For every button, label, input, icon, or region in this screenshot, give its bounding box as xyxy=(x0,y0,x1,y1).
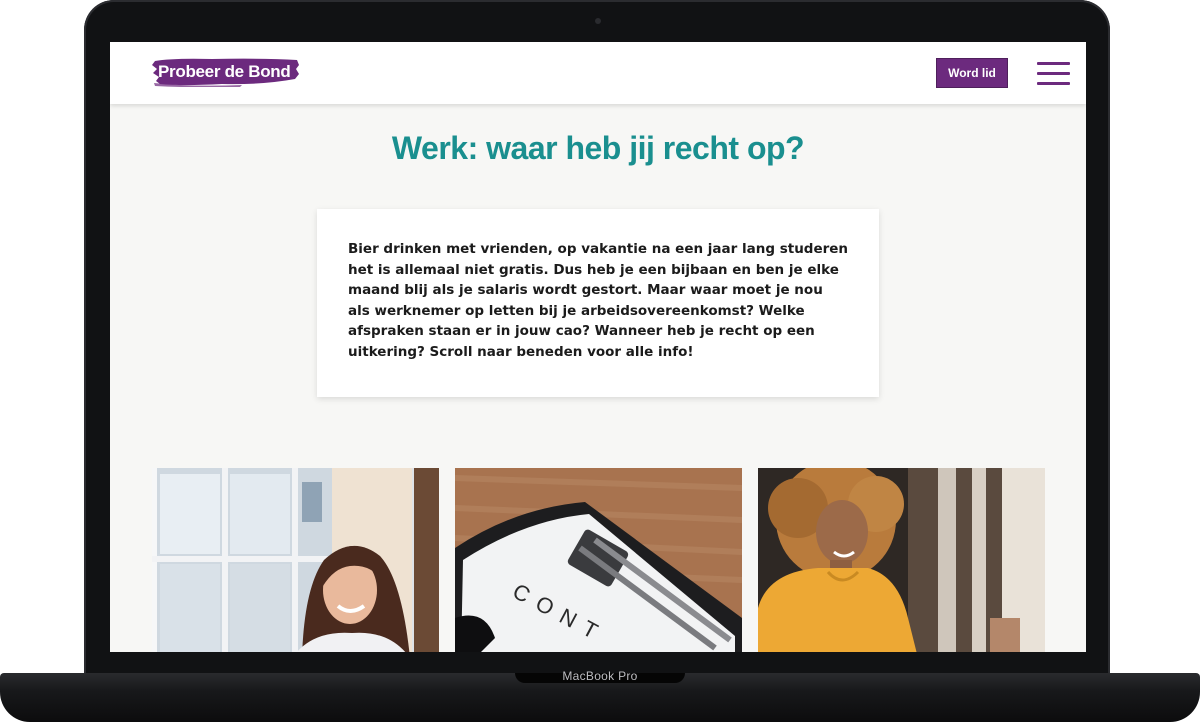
camera-icon xyxy=(595,18,601,24)
woman-curly-hair-yellow-sweater-photo xyxy=(758,468,1045,652)
article-card-1[interactable] xyxy=(152,468,439,652)
site-logo[interactable]: Probeer de Bond xyxy=(152,57,300,87)
intro-text: Bier drinken met vrienden, op vakantie n… xyxy=(348,241,849,360)
article-card-3[interactable] xyxy=(758,468,1045,652)
intro-card: Bier drinken met vrienden, op vakantie n… xyxy=(317,209,879,397)
contract-clipboard-photo: CONT xyxy=(455,468,742,652)
browser-viewport[interactable]: Probeer de Bond Word lid Werk: waar heb … xyxy=(110,42,1086,652)
hamburger-icon[interactable] xyxy=(1037,61,1070,87)
word-lid-button[interactable]: Word lid xyxy=(936,58,1008,88)
article-card-2[interactable]: CONT xyxy=(455,468,742,652)
site-header: Probeer de Bond Word lid xyxy=(110,42,1086,104)
logo-text: Probeer de Bond xyxy=(158,62,291,81)
smiling-woman-window-photo xyxy=(152,468,439,652)
device-label: MacBook Pro xyxy=(0,669,1200,683)
page-title: Werk: waar heb jij recht op? xyxy=(391,130,805,166)
device-label-text: MacBook Pro xyxy=(562,669,638,683)
